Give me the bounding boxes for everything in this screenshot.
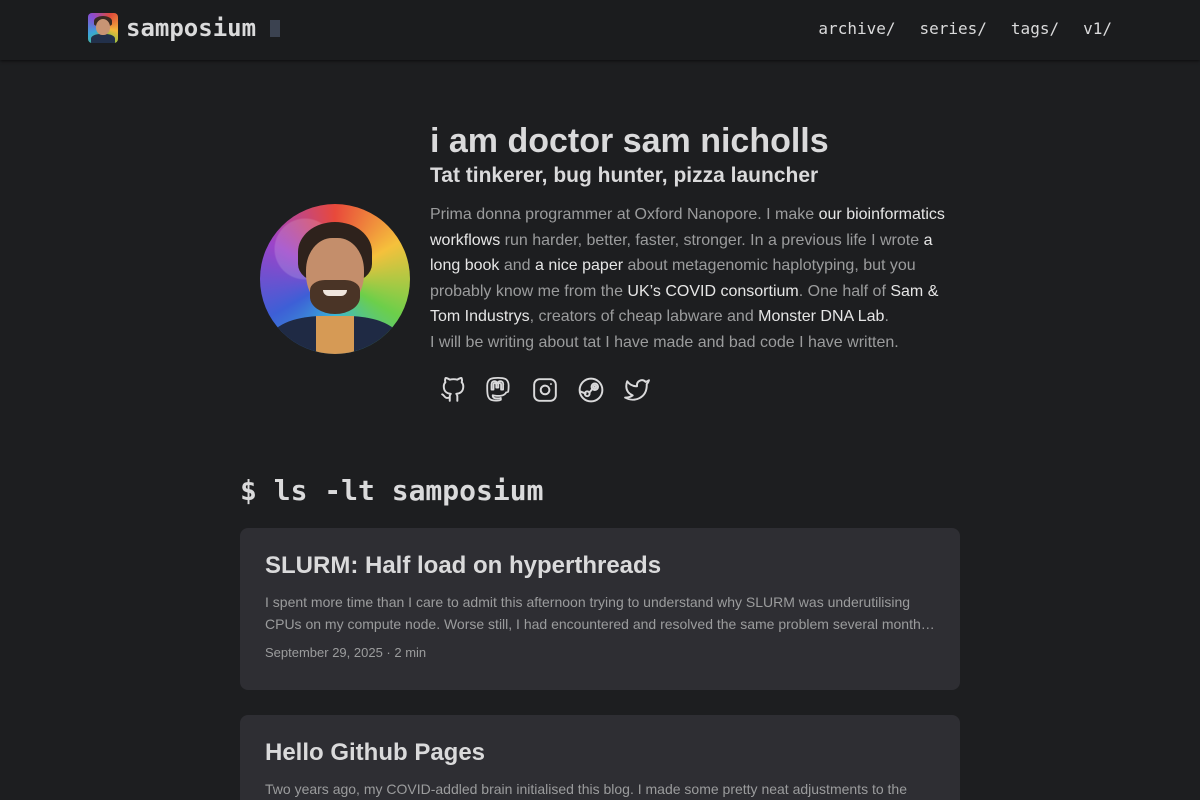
- bio-text: .: [884, 308, 889, 325]
- profile-subtitle: Tat tinkerer, bug hunter, pizza launcher: [430, 164, 819, 187]
- social-links: [440, 377, 960, 403]
- post-meta: September 29, 2025 · 2 min: [265, 645, 935, 660]
- bio-text: Prima donna programmer at Oxford Nanopor…: [430, 206, 819, 223]
- twitter-icon[interactable]: [624, 377, 650, 403]
- nav-tags-link[interactable]: tags/: [1011, 19, 1059, 38]
- post-card[interactable]: SLURM: Half load on hyperthreads I spent…: [240, 528, 960, 690]
- profile-title: i am doctor sam nicholls: [430, 122, 829, 160]
- github-icon[interactable]: [440, 377, 466, 403]
- nav-series-link[interactable]: series/: [919, 19, 986, 38]
- post-card[interactable]: Hello Github Pages Two years ago, my COV…: [240, 715, 960, 800]
- bio-text: , creators of cheap labware and: [529, 308, 759, 325]
- steam-icon[interactable]: [578, 377, 604, 403]
- post-date: September 29, 2025: [265, 645, 383, 660]
- bio-text: and: [499, 257, 535, 274]
- post-title[interactable]: SLURM: Half load on hyperthreads: [265, 551, 935, 581]
- top-header: samposium archive/ series/ tags/ v1/: [0, 0, 1200, 60]
- mastodon-icon[interactable]: [486, 377, 512, 403]
- instagram-icon[interactable]: [532, 377, 558, 403]
- bio-text: run harder, better, faster, stronger. In…: [500, 231, 924, 249]
- site-logo-link[interactable]: samposium: [88, 13, 281, 43]
- covid-consortium-link[interactable]: UK’s COVID consortium: [627, 283, 798, 300]
- main-nav: archive/ series/ tags/ v1/: [818, 19, 1112, 38]
- profile-bio: Prima donna programmer at Oxford Nanopor…: [430, 202, 960, 330]
- meta-separator: ·: [382, 645, 395, 660]
- post-read-time: 2 min: [394, 645, 427, 660]
- terminal-cursor-icon: [270, 19, 281, 37]
- profile-avatar: [260, 204, 410, 354]
- nav-archive-link[interactable]: archive/: [818, 19, 895, 38]
- profile-bio-line2: I will be writing about tat I have made …: [430, 333, 899, 351]
- nav-v1-link[interactable]: v1/: [1083, 19, 1112, 38]
- profile-intro: i am doctor sam nicholls Tat tinkerer, b…: [430, 120, 960, 403]
- nice-paper-link[interactable]: a nice paper: [535, 257, 623, 274]
- post-title[interactable]: Hello Github Pages: [265, 738, 935, 768]
- site-avatar-icon: [88, 13, 118, 43]
- bio-text: . One half of: [798, 282, 891, 300]
- posts-heading: $ ls -lt samposium: [240, 474, 544, 507]
- post-summary: Two years ago, my COVID-addled brain ini…: [265, 781, 907, 797]
- monster-dna-lab-link[interactable]: Monster DNA Lab: [758, 308, 884, 325]
- site-title[interactable]: samposium: [126, 14, 256, 42]
- post-summary: I spent more time than I care to admit t…: [265, 594, 928, 632]
